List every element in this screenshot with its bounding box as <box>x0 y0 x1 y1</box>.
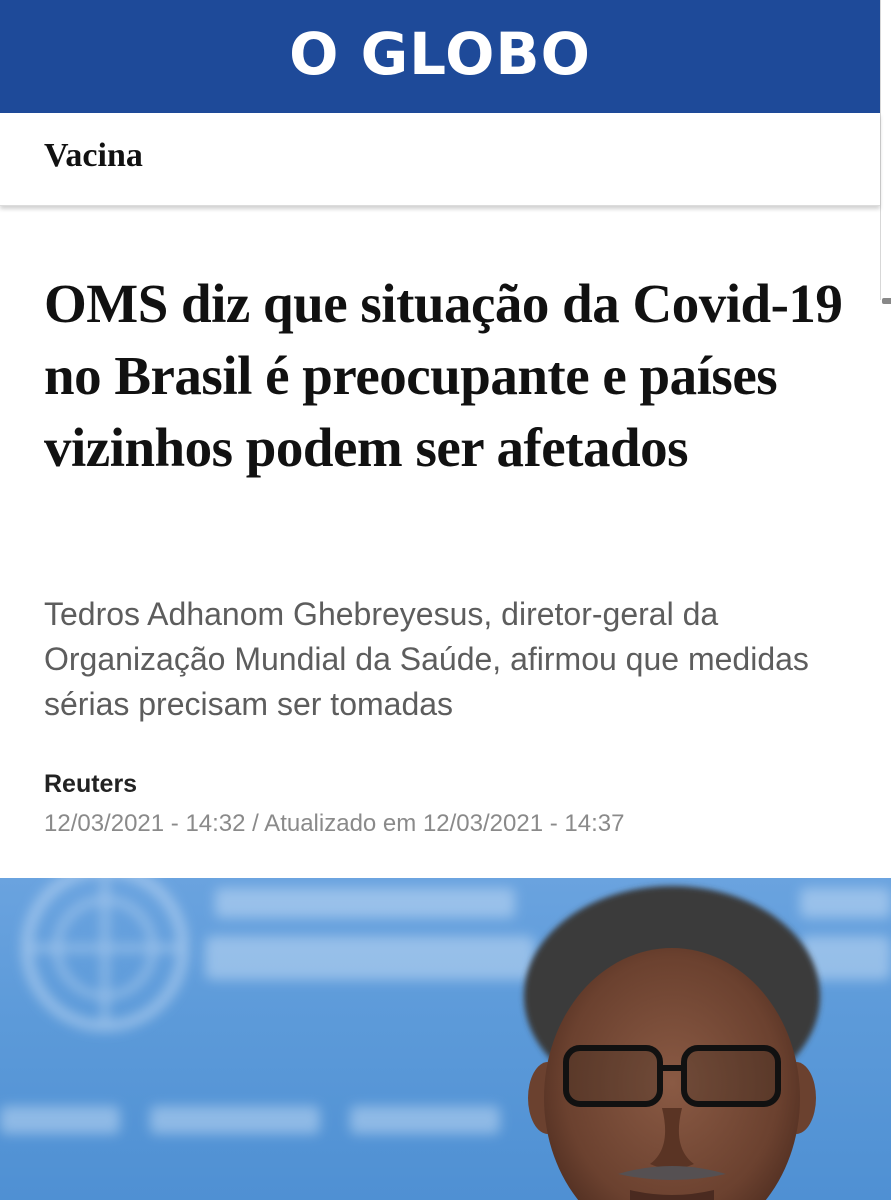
section-label[interactable]: Vacina <box>44 136 143 177</box>
article-photo-illustration <box>0 878 891 1200</box>
site-header: O GLOBO <box>0 0 880 113</box>
site-logo[interactable]: O GLOBO <box>289 25 591 83</box>
backdrop-emblem <box>22 878 188 1031</box>
article-photo[interactable] <box>0 878 891 1200</box>
scrollbar-track[interactable] <box>880 0 891 300</box>
scrollbar-thumb[interactable] <box>882 298 891 304</box>
article-dateline: 12/03/2021 - 14:32 / Atualizado em 12/03… <box>44 810 625 837</box>
article-subtitle: Tedros Adhanom Ghebreyesus, diretor-gera… <box>44 596 809 722</box>
article-author[interactable]: Reuters <box>44 770 137 799</box>
person-portrait <box>524 886 820 1200</box>
article-headline: OMS diz que situação da Covid-19 no Bras… <box>44 273 843 478</box>
